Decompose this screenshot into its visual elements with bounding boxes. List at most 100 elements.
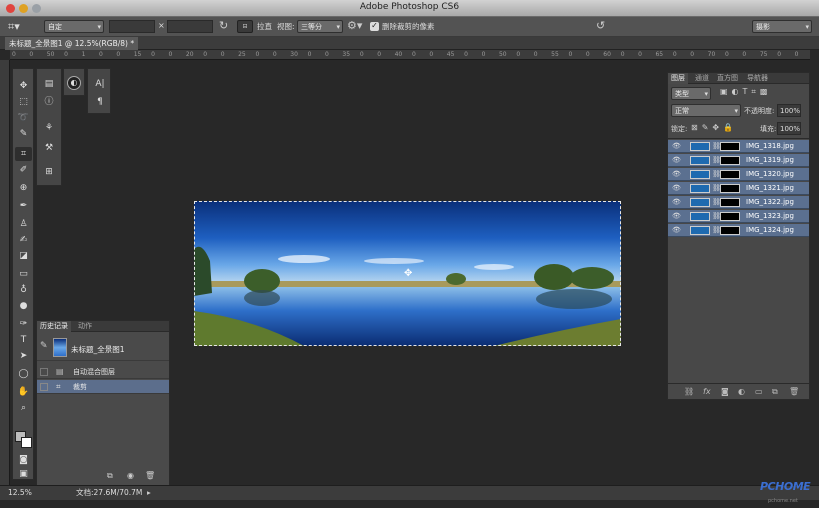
layer-mask-thumbnail[interactable]: [720, 156, 740, 165]
new-group-icon[interactable]: ▭: [755, 387, 763, 396]
visibility-eye-icon[interactable]: 👁: [672, 196, 681, 209]
new-snapshot-icon[interactable]: ◉: [127, 471, 134, 480]
brush-panel-icon[interactable]: ⚒: [40, 141, 58, 155]
healing-brush-tool-icon[interactable]: ⊕: [15, 181, 32, 195]
eraser-tool-icon[interactable]: ◪: [15, 249, 32, 263]
layer-row[interactable]: 👁 ⛓ IMG_1321.jpg: [668, 182, 809, 195]
layer-mask-thumbnail[interactable]: [720, 184, 740, 193]
settings-gear-icon[interactable]: ⚙▾: [347, 19, 362, 32]
width-field[interactable]: [109, 20, 155, 33]
lasso-tool-icon[interactable]: ➰: [15, 111, 32, 125]
adjustment-layer-icon[interactable]: ◐: [738, 387, 745, 396]
tab-histogram[interactable]: 直方图: [714, 73, 741, 84]
add-mask-icon[interactable]: ◙: [721, 387, 729, 396]
new-layer-icon[interactable]: ⧉: [772, 387, 778, 397]
screen-mode-icon[interactable]: ▣: [15, 467, 32, 481]
marquee-tool-icon[interactable]: ⬚: [15, 95, 32, 109]
layer-row[interactable]: 👁 ⛓ IMG_1319.jpg: [668, 154, 809, 167]
layer-row[interactable]: 👁 ⛓ IMG_1318.jpg: [668, 140, 809, 153]
character-panel-icon[interactable]: A|: [91, 77, 109, 91]
trash-icon[interactable]: 🗑: [145, 471, 155, 480]
history-item[interactable]: ▤ 自动混合图层: [37, 365, 169, 379]
new-document-from-state-icon[interactable]: ⧉: [107, 471, 113, 481]
path-selection-tool-icon[interactable]: ➤: [15, 349, 32, 363]
reset-icon[interactable]: ↺: [596, 19, 605, 32]
crop-tool-preset-icon[interactable]: ⌗▾: [8, 20, 20, 34]
straighten-button[interactable]: 拉直: [257, 21, 272, 32]
ratio-select[interactable]: 自定: [44, 20, 104, 33]
visibility-eye-icon[interactable]: 👁: [672, 224, 681, 237]
history-brush-source-icon[interactable]: ✎: [40, 341, 48, 351]
rotate-icon[interactable]: ↻: [219, 19, 228, 32]
layer-row[interactable]: 👁 ⛓ IMG_1323.jpg: [668, 210, 809, 223]
tab-history[interactable]: 历史记录: [37, 321, 71, 332]
paragraph-panel-icon[interactable]: ¶: [91, 95, 109, 109]
ruler-label: 45: [446, 51, 455, 58]
layer-row[interactable]: 👁 ⛓ IMG_1320.jpg: [668, 168, 809, 181]
tab-channels[interactable]: 通道: [692, 73, 712, 84]
layer-mask-thumbnail[interactable]: [720, 198, 740, 207]
layer-mask-thumbnail[interactable]: [720, 170, 740, 179]
adjustments-icon[interactable]: ▤: [40, 77, 58, 91]
ruler-label: 50: [46, 51, 55, 58]
layer-mask-thumbnail[interactable]: [720, 212, 740, 221]
visibility-eye-icon[interactable]: 👁: [672, 168, 681, 181]
layer-row[interactable]: 👁 ⛓ IMG_1322.jpg: [668, 196, 809, 209]
layer-filter-icons[interactable]: ▣◐T⌗▩: [720, 87, 772, 97]
lock-icons[interactable]: ⊠✎✥🔒: [691, 123, 737, 132]
layer-filter-kind-select[interactable]: 类型: [671, 87, 711, 100]
move-tool-icon[interactable]: ✥: [15, 79, 32, 93]
visibility-eye-icon[interactable]: 👁: [672, 140, 681, 153]
blend-mode-select[interactable]: 正常: [671, 104, 741, 117]
fx-icon[interactable]: fx: [703, 387, 711, 396]
opacity-field[interactable]: 100%: [777, 104, 801, 117]
gradient-tool-icon[interactable]: ▭: [15, 267, 32, 281]
tab-layers[interactable]: 图层: [668, 73, 688, 84]
view-overlay-select[interactable]: 三等分: [297, 20, 343, 33]
pen-tool-icon[interactable]: ✑: [15, 317, 32, 331]
straighten-icon[interactable]: ⊟: [237, 20, 253, 33]
type-tool-icon[interactable]: T: [15, 333, 32, 347]
quick-selection-tool-icon[interactable]: ✎: [15, 127, 32, 141]
document-tab[interactable]: 未标题_全景图1 @ 12.5%(RGB/8) *: [5, 37, 139, 50]
dodge-tool-icon[interactable]: ●: [15, 299, 32, 313]
visibility-eye-icon[interactable]: 👁: [672, 182, 681, 195]
layer-row[interactable]: 👁 ⛓ IMG_1324.jpg: [668, 224, 809, 237]
ellipse-tool-icon[interactable]: ◯: [15, 367, 32, 381]
history-item-checkbox[interactable]: [40, 368, 48, 376]
eyedropper-tool-icon[interactable]: ✐: [15, 163, 32, 177]
visibility-eye-icon[interactable]: 👁: [672, 210, 681, 223]
history-item-selected[interactable]: ⌗ 裁剪: [37, 380, 169, 394]
history-item-checkbox[interactable]: [40, 383, 48, 391]
history-snapshot-row[interactable]: ✎ 未标题_全景图1: [37, 335, 169, 361]
layer-mask-thumbnail[interactable]: [720, 142, 740, 151]
clone-source-icon[interactable]: ⊞: [40, 165, 58, 179]
hand-tool-icon[interactable]: ✋: [15, 385, 32, 399]
info-icon[interactable]: ⓘ: [40, 95, 58, 109]
blur-tool-icon[interactable]: ♁: [15, 283, 32, 297]
brush-tool-icon[interactable]: ✒: [15, 199, 32, 213]
tab-actions[interactable]: 动作: [75, 321, 95, 332]
status-arrow-icon[interactable]: ▸: [147, 486, 151, 500]
quick-mask-icon[interactable]: ◙: [15, 453, 32, 467]
styles-icon[interactable]: ◐: [67, 76, 81, 90]
history-brush-tool-icon[interactable]: ✍: [15, 233, 32, 247]
fill-field[interactable]: 100%: [777, 122, 801, 135]
ruler-label: 0: [585, 51, 590, 58]
height-field[interactable]: [167, 20, 213, 33]
swap-dimensions-icon[interactable]: ×: [158, 21, 165, 30]
crop-icon: ⌗: [56, 382, 61, 391]
workspace-select[interactable]: 摄影: [752, 20, 812, 33]
brush-presets-icon[interactable]: ⚘: [40, 121, 58, 135]
link-layers-icon[interactable]: ⛓: [684, 387, 694, 396]
delete-layer-icon[interactable]: 🗑: [789, 387, 799, 396]
background-color-swatch[interactable]: [21, 437, 32, 448]
visibility-eye-icon[interactable]: 👁: [672, 154, 681, 167]
clone-stamp-tool-icon[interactable]: ♙: [15, 217, 32, 231]
layer-mask-thumbnail[interactable]: [720, 226, 740, 235]
delete-cropped-checkbox[interactable]: ✓: [370, 22, 379, 31]
tab-navigator[interactable]: 导航器: [744, 73, 771, 84]
crop-tool-icon[interactable]: ⌗: [15, 147, 32, 161]
zoom-level[interactable]: 12.5%: [8, 486, 32, 500]
zoom-tool-icon[interactable]: ⌕: [15, 401, 32, 415]
